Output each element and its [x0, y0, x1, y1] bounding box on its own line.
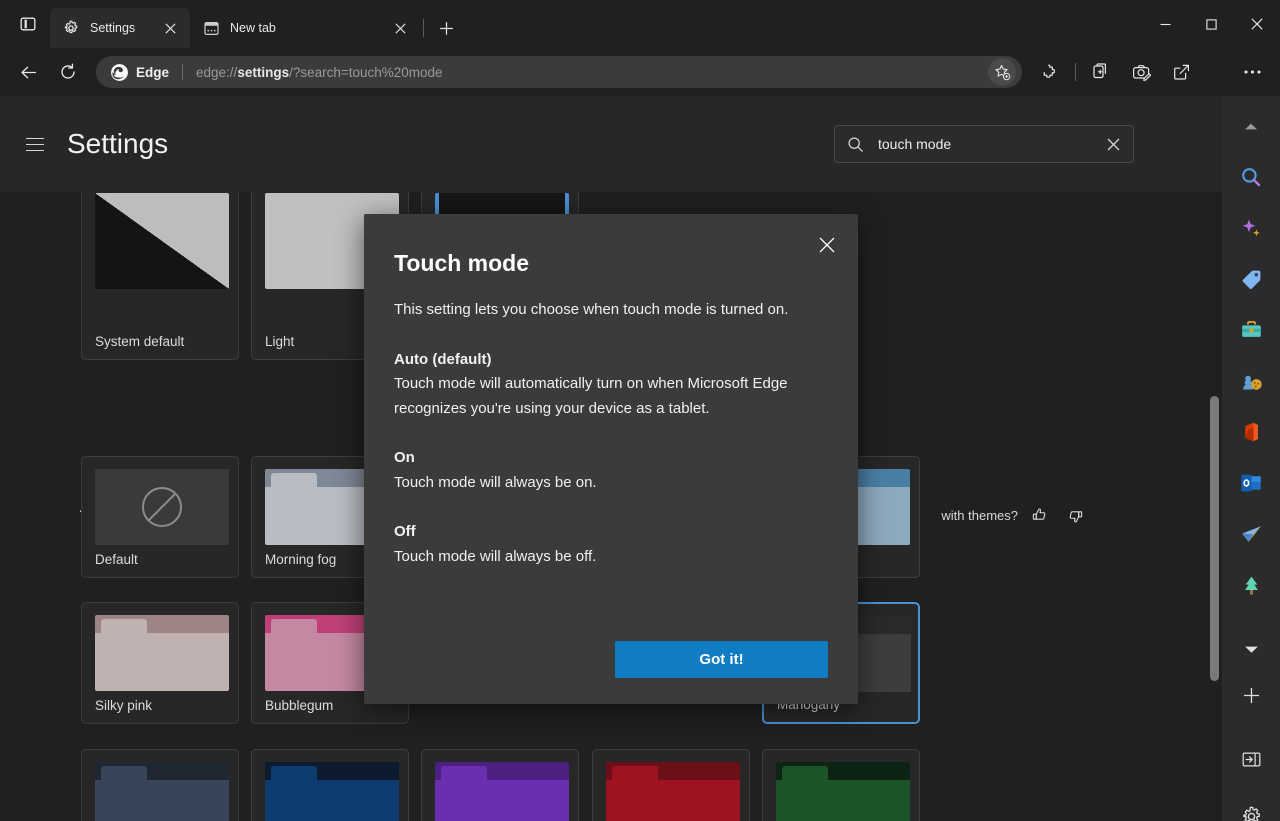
browser-window: Settings New tab	[0, 0, 1280, 821]
search-settings-box[interactable]	[834, 125, 1134, 163]
settings-menu-button[interactable]	[15, 124, 55, 164]
search-input[interactable]	[878, 136, 1099, 152]
dialog-text-auto: Touch mode will automatically turn on wh…	[394, 372, 828, 421]
got-it-button[interactable]: Got it!	[615, 641, 828, 678]
dialog-body: This setting lets you choose when touch …	[394, 298, 828, 569]
touch-mode-dialog: Touch mode This setting lets you choose …	[364, 214, 858, 704]
dialog-heading-off: Off	[394, 520, 828, 545]
page-title: Settings	[67, 128, 168, 160]
dialog-text-on: Touch mode will always be on.	[394, 471, 828, 496]
dialog-heading-auto: Auto (default)	[394, 348, 828, 373]
dialog-text-off: Touch mode will always be off.	[394, 545, 828, 570]
clear-search-icon[interactable]	[1099, 130, 1127, 158]
dialog-heading-on: On	[394, 446, 828, 471]
dialog-title: Touch mode	[394, 250, 529, 277]
close-icon[interactable]	[810, 228, 844, 262]
dialog-intro: This setting lets you choose when touch …	[394, 298, 828, 323]
search-icon	[847, 136, 864, 153]
